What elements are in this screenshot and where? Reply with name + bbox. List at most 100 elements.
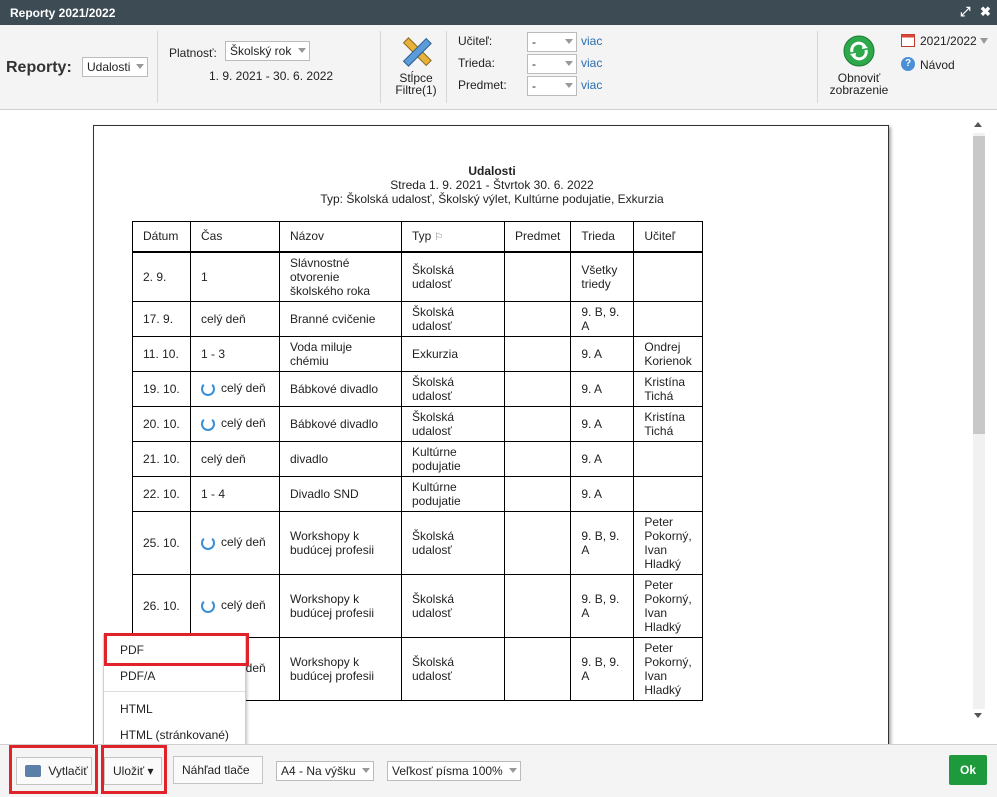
cell-type-text: Školská udalosť — [412, 374, 455, 403]
menu-item-pdfa[interactable]: PDF/A — [120, 669, 155, 683]
cell-name-text: divadlo — [290, 451, 329, 466]
refresh-button[interactable]: Obnoviť zobrazenie — [826, 35, 892, 99]
vertical-scrollbar[interactable] — [970, 119, 988, 723]
columns-filters-button[interactable]: Stĺpce Filtre(1) — [392, 33, 440, 101]
cell-time: celý deň — [190, 510, 280, 575]
refresh-label-2: zobrazenie — [829, 83, 889, 97]
cell-class: 9. B, 9. A — [570, 636, 635, 701]
cell-class-text: 9. A — [581, 451, 603, 466]
cell-type-text: Školská udalosť — [412, 262, 455, 291]
help-link[interactable]: ? Návod — [901, 57, 971, 73]
window-titlebar: Reporty 2021/2022 ⤢ ✖ — [0, 0, 997, 25]
toolbar-divider — [817, 31, 818, 103]
cell-time-text: 1 — [201, 269, 208, 284]
cell-time: celý deň — [190, 440, 280, 477]
cell-class: 9. B, 9. A — [570, 510, 635, 575]
cell-name-text: Branné cvičenie — [290, 311, 376, 326]
cell-teacher — [633, 440, 703, 477]
platnost-select[interactable]: Školský rok — [225, 41, 310, 61]
font-size-select[interactable]: Veľkosť písma 100% — [387, 761, 521, 781]
scroll-up-icon[interactable] — [974, 122, 982, 127]
cell-time: 1 — [190, 251, 280, 302]
school-year-select[interactable]: 2021/2022 — [901, 33, 991, 49]
cell-name: Bábkové divadlo — [279, 370, 402, 407]
predmet-select[interactable]: - — [527, 76, 577, 96]
column-header-name: Názov — [279, 221, 402, 253]
report-subtitle: Streda 1. 9. 2021 - Štvrtok 30. 6. 2022 — [390, 178, 594, 192]
table-row: 2. 9. 1 Slávnostné otvorenie školského rok… — [132, 251, 703, 302]
cell-date-text: 11. 10. — [143, 346, 179, 361]
cell-type-text: Školská udalosť — [412, 304, 455, 333]
cell-type-text: Školská udalosť — [412, 591, 455, 620]
cell-subject — [503, 335, 572, 372]
calendar-icon — [901, 34, 915, 47]
cell-teacher-text: Peter Pokorný, Ivan Hladký — [644, 514, 692, 571]
cell-name-text: Divadlo SND — [290, 486, 359, 501]
platnost-value: Školský rok — [230, 44, 292, 58]
cell-name-text: Bábkové divadlo — [290, 381, 379, 396]
ok-button[interactable]: Ok — [949, 755, 987, 785]
cell-date-text: 19. 10. — [143, 381, 180, 396]
maximize-icon[interactable]: ⤢ — [960, 4, 970, 20]
cell-class: 9. A — [570, 405, 635, 442]
menu-item-html-paged[interactable]: HTML (stránkované) — [120, 728, 229, 742]
table-row: 20. 10. celý deň Bábkové divadlo Školská ud… — [132, 405, 703, 442]
cell-date: 20. 10. — [132, 405, 191, 442]
chevron-down-icon — [565, 83, 573, 88]
toolbar-divider — [157, 31, 158, 103]
cell-time-text: celý deň — [201, 451, 246, 466]
school-year-value: 2021/2022 — [920, 34, 977, 48]
date-range: 1. 9. 2021 - 30. 6. 2022 — [209, 69, 334, 83]
help-icon: ? — [901, 57, 915, 71]
help-label: Návod — [920, 58, 955, 72]
repeat-icon — [201, 381, 215, 396]
cell-type: Školská udalosť — [401, 636, 505, 701]
cell-type: Školská udalosť — [401, 370, 505, 407]
repeat-icon — [201, 535, 215, 550]
trieda-select[interactable]: - — [527, 54, 577, 74]
cell-time-text: 1 - 4 — [201, 486, 226, 501]
cell-name: Slávnostné otvorenie školského roka — [279, 251, 402, 302]
cell-subject — [503, 510, 572, 575]
column-header-time: Čas — [190, 221, 280, 253]
scroll-thumb[interactable] — [973, 136, 985, 434]
reporty-label: Reporty: — [6, 59, 72, 76]
cell-class-text: 9. B, 9. A — [581, 591, 620, 620]
cell-date: 2. 9. — [132, 251, 191, 302]
cell-date: 17. 9. — [132, 300, 191, 337]
cell-type: Školská udalosť — [401, 405, 505, 442]
cell-teacher-text: Ondrej Korienok — [644, 339, 692, 368]
cell-type-text: Exkurzia — [412, 346, 459, 361]
cell-name: Bábkové divadlo — [279, 405, 402, 442]
chevron-down-icon — [565, 61, 573, 66]
close-icon[interactable]: ✖ — [980, 4, 991, 20]
cell-type-text: Kultúrne podujatie — [412, 444, 461, 473]
font-size-value: Veľkosť písma 100% — [392, 764, 503, 778]
print-preview-button[interactable]: Náhľad tlače — [173, 756, 263, 784]
ucitel-more-link[interactable]: viac — [581, 34, 602, 48]
cell-type-text: Školská udalosť — [412, 409, 455, 438]
ucitel-value: - — [532, 35, 536, 49]
predmet-label: Predmet: — [458, 78, 507, 92]
cell-type: Školská udalosť — [401, 300, 505, 337]
cell-teacher — [633, 251, 703, 302]
predmet-more-link[interactable]: viac — [581, 78, 602, 92]
menu-divider — [104, 691, 245, 692]
filters-label: Filtre(1) — [395, 83, 437, 97]
scroll-down-icon[interactable] — [974, 713, 982, 718]
menu-item-html[interactable]: HTML — [120, 702, 153, 716]
report-type-select[interactable]: Udalosti — [82, 57, 148, 77]
cell-teacher — [633, 300, 703, 337]
cell-time: celý deň — [190, 370, 280, 407]
page-format-select[interactable]: A4 - Na výšku — [276, 761, 374, 781]
cell-subject — [503, 573, 572, 638]
cell-name-text: Workshopy k budúcej profesii — [290, 591, 375, 620]
ucitel-select[interactable]: - — [527, 32, 577, 52]
cell-date-text: 26. 10. — [143, 598, 180, 613]
trieda-more-link[interactable]: viac — [581, 56, 602, 70]
cell-type: Kultúrne podujatie — [401, 475, 505, 512]
table-row: 11. 10. 1 - 3 Voda miluje chémiu Exkurzia 9.… — [132, 335, 703, 372]
chevron-down-icon — [565, 39, 573, 44]
chevron-down-icon — [298, 48, 306, 53]
cell-class-text: 9. A — [581, 381, 603, 396]
